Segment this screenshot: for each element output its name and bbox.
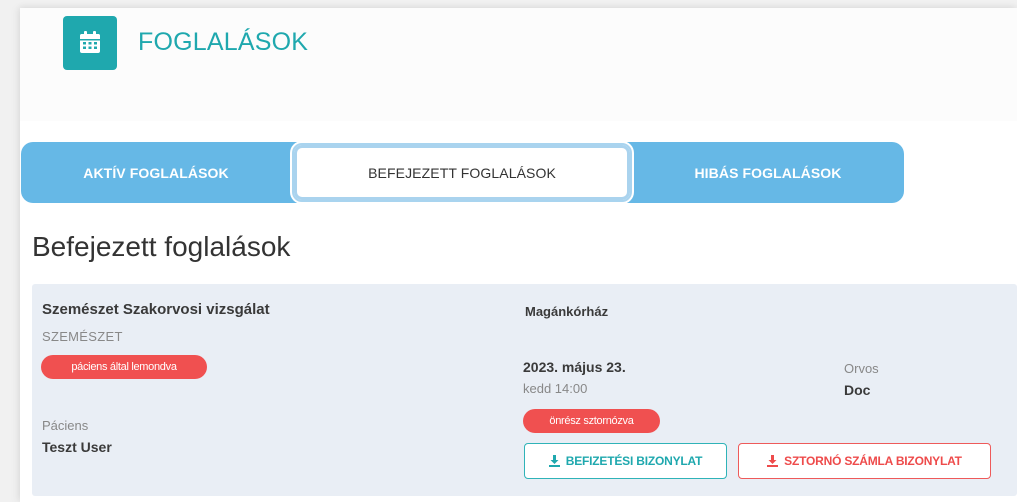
storno-receipt-button[interactable]: SZTORNÓ SZÁMLA BIZONYLAT bbox=[738, 443, 991, 479]
booking-date: 2023. május 23. bbox=[523, 359, 626, 375]
payment-receipt-label: BEFIZETÉSI BIZONYLAT bbox=[565, 454, 703, 468]
download-icon bbox=[548, 455, 560, 467]
patient-name: Teszt User bbox=[42, 439, 112, 455]
booking-card: Szemészet Szakorvosi vizsgálat SZEMÉSZET… bbox=[32, 284, 1017, 496]
status-badge: páciens által lemondva bbox=[41, 355, 207, 379]
page-header: FOGLALÁSOK bbox=[20, 8, 1017, 121]
tab-failed-bookings[interactable]: HIBÁS FOGLALÁSOK bbox=[632, 142, 904, 203]
page-title: FOGLALÁSOK bbox=[138, 28, 309, 56]
booking-tabs: AKTÍV FOGLALÁSOK BEFEJEZETT FOGLALÁSOK H… bbox=[21, 142, 904, 203]
location-name: Magánkórház bbox=[525, 304, 609, 319]
booking-title: Szemészet Szakorvosi vizsgálat bbox=[42, 301, 270, 318]
booking-category: SZEMÉSZET bbox=[42, 329, 123, 344]
calendar-icon bbox=[63, 16, 117, 70]
tab-completed-bookings[interactable]: BEFEJEZETT FOGLALÁSOK bbox=[292, 143, 632, 202]
copay-badge: önrész sztornózva bbox=[523, 409, 660, 433]
page-container: FOGLALÁSOK AKTÍV FOGLALÁSOK BEFEJEZETT F… bbox=[20, 8, 1017, 502]
patient-label: Páciens bbox=[42, 418, 89, 433]
section-title: Befejezett foglalások bbox=[32, 231, 291, 262]
tab-active-bookings[interactable]: AKTÍV FOGLALÁSOK bbox=[21, 142, 291, 203]
download-icon bbox=[767, 455, 779, 467]
doctor-name: Doc bbox=[844, 382, 871, 398]
storno-receipt-label: SZTORNÓ SZÁMLA BIZONYLAT bbox=[784, 454, 962, 468]
booking-time: kedd 14:00 bbox=[523, 381, 588, 396]
payment-receipt-button[interactable]: BEFIZETÉSI BIZONYLAT bbox=[524, 443, 727, 479]
doctor-label: Orvos bbox=[844, 361, 879, 376]
